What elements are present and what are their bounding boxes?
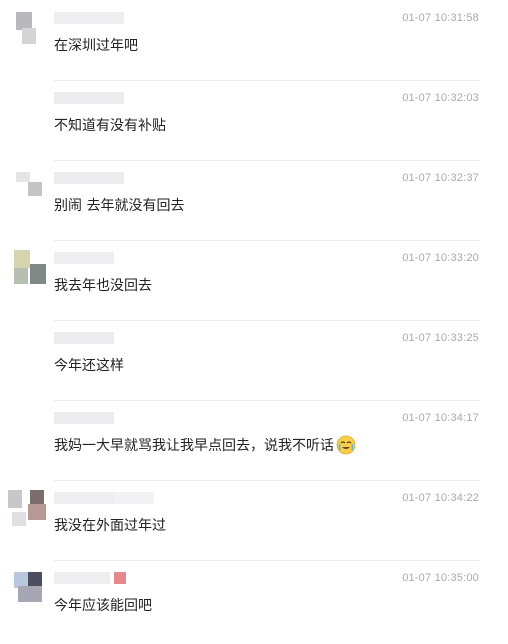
comment-item: 01-07 10:33:25 今年还这样 [0,320,508,404]
timestamp: 01-07 10:32:37 [402,172,479,184]
divider [54,480,480,481]
timestamp: 01-07 10:35:00 [402,572,479,584]
timestamp: 01-07 10:31:58 [402,12,479,24]
divider [54,240,480,241]
divider [54,160,480,161]
divider [54,400,480,401]
timestamp: 01-07 10:33:25 [402,332,479,344]
comment-item: 01-07 10:33:20 我去年也没回去 [0,240,508,324]
comment-item: 01-07 10:35:00 今年应该能回吧 [0,560,508,644]
timestamp: 01-07 10:32:03 [402,92,479,104]
comment-item: 01-07 10:32:37 别闹 去年就没有回去 [0,160,508,244]
timestamp: 01-07 10:34:22 [402,492,479,504]
avatar[interactable] [8,170,48,210]
comment-text: 我没在外面过年过 [54,518,166,534]
avatar[interactable] [8,250,48,290]
comment-text: 今年应该能回吧 [54,598,152,614]
avatar[interactable] [8,490,48,530]
avatar[interactable] [8,90,48,130]
comment-text: 今年还这样 [54,358,124,374]
comment-text: 别闹 去年就没有回去 [54,198,185,214]
comment-text: 我去年也没回去 [54,278,152,294]
divider [54,80,480,81]
divider [54,320,480,321]
avatar[interactable] [8,570,48,610]
crying-laughing-emoji-icon [336,435,356,455]
comment-text: 我妈一大早就骂我让我早点回去，说我不听话 [54,435,356,455]
comment-item: 01-07 10:31:58 在深圳过年吧 [0,4,508,84]
avatar[interactable] [8,10,48,50]
comment-list: 01-07 10:31:58 在深圳过年吧 01-07 10:32:03 不知道… [0,0,508,630]
comment-item: 01-07 10:34:22 我没在外面过年过 [0,480,508,564]
comment-text: 在深圳过年吧 [54,38,138,54]
avatar[interactable] [8,330,48,370]
avatar[interactable] [8,410,48,450]
comment-item: 01-07 10:34:17 我妈一大早就骂我让我早点回去，说我不听话 [0,400,508,484]
timestamp: 01-07 10:34:17 [402,412,479,424]
divider [54,560,480,561]
timestamp: 01-07 10:33:20 [402,252,479,264]
comment-text: 不知道有没有补贴 [54,118,166,134]
comment-item: 01-07 10:32:03 不知道有没有补贴 [0,80,508,164]
